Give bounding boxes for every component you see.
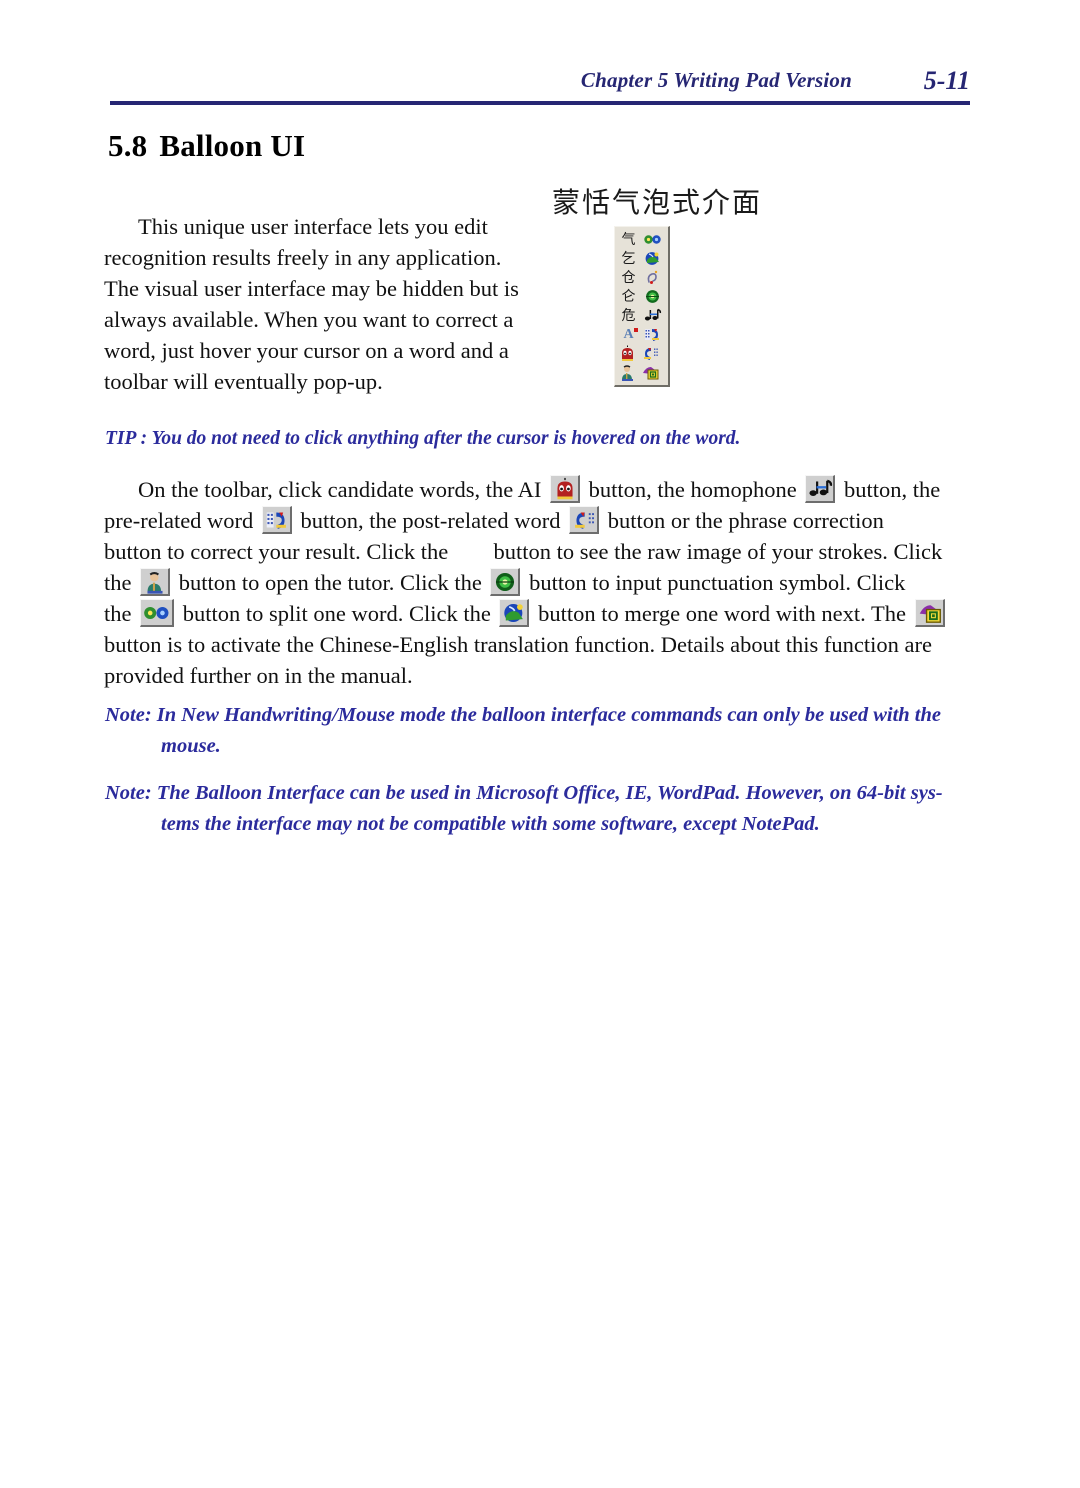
instruction-text: button to open the tutor. Click the <box>178 570 482 595</box>
pre-related-word-icon[interactable] <box>261 506 292 534</box>
candidate-char-1[interactable]: 气 <box>618 233 639 247</box>
candidate-char-2[interactable]: 乞 <box>618 252 639 266</box>
intro-paragraph: This unique user interface lets you edit… <box>104 213 519 394</box>
instruction-line-1: On the toolbar, click candidate words, t… <box>104 474 988 505</box>
instruction-text: button to correct your result. Click the <box>104 539 449 564</box>
balloon-toolbar-row[interactable]: 危 <box>618 306 666 325</box>
raw-strokes-icon[interactable] <box>454 539 488 563</box>
candidate-char-4[interactable]: 仑 <box>618 290 639 304</box>
instruction-line-7: provided further on in the manual. <box>104 663 413 688</box>
translation-icon[interactable] <box>641 364 660 381</box>
tutor-icon[interactable] <box>140 568 171 596</box>
section-heading: 5.8 Balloon UI <box>108 128 305 164</box>
instruction-text: button, the post-related word <box>300 508 561 533</box>
tip-note: TIP : You do not need to click anything … <box>105 428 741 449</box>
split-word-icon[interactable] <box>643 231 662 248</box>
split-word-icon[interactable] <box>140 599 175 627</box>
balloon-toolbar[interactable]: 气 乞 仓 仑 危 A <box>614 226 670 387</box>
balloon-toolbar-row[interactable]: 仓 <box>618 268 666 287</box>
instruction-text: pre-related word <box>104 508 254 533</box>
balloon-ui-figure: 蒙恬气泡式介面 气 乞 仓 仑 危 A <box>552 186 802 387</box>
tutor-icon[interactable] <box>618 364 637 381</box>
candidate-char-6[interactable]: A <box>618 327 639 342</box>
post-related-word-icon[interactable] <box>641 345 660 362</box>
note-text: Note: In New Handwriting/Mouse mode the … <box>105 704 941 726</box>
instructions-paragraph: On the toolbar, click candidate words, t… <box>104 474 988 691</box>
candidate-char-3[interactable]: 仓 <box>618 271 639 285</box>
instruction-text: the <box>104 601 132 626</box>
homophone-icon[interactable] <box>805 475 836 503</box>
punctuation-icon[interactable] <box>643 288 662 305</box>
instruction-text: button to see the raw image of your stro… <box>493 539 943 564</box>
instruction-text: button, the <box>843 477 941 502</box>
translation-icon[interactable] <box>914 599 945 627</box>
document-page: Chapter 5 Writing Pad Version 5-11 5.8 Ba… <box>0 0 1080 1488</box>
note-text-continued: mouse. <box>161 735 221 757</box>
page-number: 5-11 <box>923 66 970 95</box>
merge-word-icon[interactable] <box>499 599 530 627</box>
instruction-line-2: pre-related word button, the post-relate… <box>104 505 988 536</box>
pre-related-word-icon[interactable] <box>643 326 662 343</box>
instruction-text: button to input punctuation symbol. Clic… <box>529 570 906 595</box>
instruction-text: button to merge one word with next. The <box>538 601 906 626</box>
ai-icon[interactable] <box>549 475 580 503</box>
balloon-toolbar-row[interactable]: 乞 <box>618 249 666 268</box>
page-header: Chapter 5 Writing Pad Version 5-11 <box>110 66 970 118</box>
instruction-line-4: the button to open the tutor. Click the <box>104 567 988 598</box>
note-compatibility: Note: The Balloon Interface can be used … <box>105 778 970 840</box>
instruction-line-6: button is to activate the Chinese-Englis… <box>104 632 932 657</box>
instruction-text: button, the homophone <box>588 477 797 502</box>
instruction-text: button to split one word. Click the <box>182 601 491 626</box>
header-divider-rule <box>110 101 970 105</box>
note-text-continued: tems the interface may not be compatible… <box>161 813 820 835</box>
instruction-line-5: the button to split one word. Click the … <box>104 598 988 629</box>
balloon-figure-caption: 蒙恬气泡式介面 <box>552 186 763 219</box>
chapter-title: Chapter 5 Writing Pad Version <box>580 68 852 92</box>
section-number: 5.8 <box>108 128 148 163</box>
merge-word-icon[interactable] <box>643 250 662 267</box>
balloon-toolbar-row[interactable]: 气 <box>618 230 666 249</box>
note-handwriting-mouse-mode: Note: In New Handwriting/Mouse mode the … <box>105 700 970 762</box>
candidate-char-5[interactable]: 危 <box>618 309 639 323</box>
instruction-text: the <box>104 570 132 595</box>
note-text: Note: The Balloon Interface can be used … <box>105 782 943 804</box>
balloon-toolbar-row[interactable]: 仑 <box>618 287 666 306</box>
raw-strokes-icon[interactable] <box>643 269 662 286</box>
section-title: Balloon UI <box>159 128 306 163</box>
balloon-toolbar-row[interactable] <box>618 363 666 382</box>
homophone-icon[interactable] <box>643 307 662 324</box>
balloon-toolbar-row[interactable] <box>618 344 666 363</box>
post-related-word-icon[interactable] <box>569 506 600 534</box>
instruction-line-3: button to correct your result. Click the… <box>104 536 988 567</box>
balloon-toolbar-row[interactable]: A <box>618 325 666 344</box>
ai-icon[interactable] <box>618 345 637 362</box>
instruction-text: button or the phrase correction <box>607 508 884 533</box>
punctuation-icon[interactable] <box>490 568 521 596</box>
instruction-text: On the toolbar, click candidate words, t… <box>138 477 542 502</box>
